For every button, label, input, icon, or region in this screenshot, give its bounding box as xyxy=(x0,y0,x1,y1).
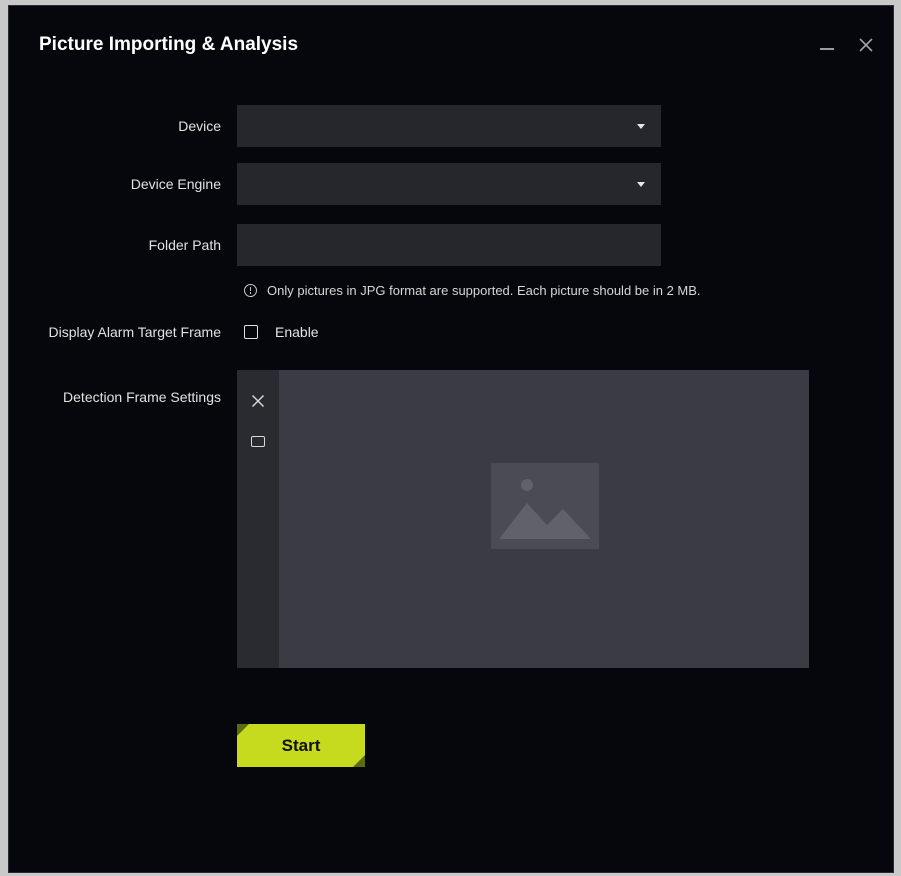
close-icon xyxy=(859,38,873,52)
minimize-button[interactable] xyxy=(814,32,840,58)
device-select[interactable] xyxy=(237,105,661,147)
start-button-corner-accent xyxy=(237,724,249,736)
device-label: Device xyxy=(178,118,221,134)
device-engine-label: Device Engine xyxy=(130,176,221,192)
clear-icon xyxy=(251,394,265,408)
image-placeholder-icon xyxy=(491,463,599,549)
format-hint-text: Only pictures in JPG format are supporte… xyxy=(267,283,701,298)
start-button-label: Start xyxy=(281,735,321,755)
draw-rectangle-icon xyxy=(251,435,265,447)
start-button-corner-accent xyxy=(353,755,365,767)
info-icon xyxy=(244,284,257,297)
device-engine-select[interactable] xyxy=(237,163,661,205)
chevron-down-icon xyxy=(637,124,645,129)
display-alarm-target-frame-label: Display Alarm Target Frame xyxy=(48,324,221,340)
folder-path-label: Folder Path xyxy=(148,237,221,253)
clear-frame-button[interactable] xyxy=(246,389,270,413)
folder-path-input[interactable] xyxy=(237,224,661,266)
detection-frame-preview[interactable] xyxy=(237,370,809,668)
folder-path-field xyxy=(237,224,661,266)
draw-rectangle-button[interactable] xyxy=(246,429,270,453)
dialog-title: Picture Importing & Analysis xyxy=(39,34,299,55)
picture-importing-dialog: Picture Importing & Analysis Device Devi… xyxy=(8,5,894,873)
format-hint: Only pictures in JPG format are supporte… xyxy=(244,283,701,298)
start-button[interactable]: Start xyxy=(237,724,365,767)
detection-frame-settings-label: Detection Frame Settings xyxy=(63,389,221,405)
enable-checkbox-row[interactable]: Enable xyxy=(244,324,319,340)
chevron-down-icon xyxy=(637,182,645,187)
detection-toolstrip xyxy=(237,370,279,668)
enable-checkbox[interactable] xyxy=(244,325,258,339)
minimize-icon xyxy=(820,48,834,50)
close-button[interactable] xyxy=(853,32,879,58)
enable-checkbox-label: Enable xyxy=(275,324,319,340)
image-placeholder xyxy=(491,463,599,549)
